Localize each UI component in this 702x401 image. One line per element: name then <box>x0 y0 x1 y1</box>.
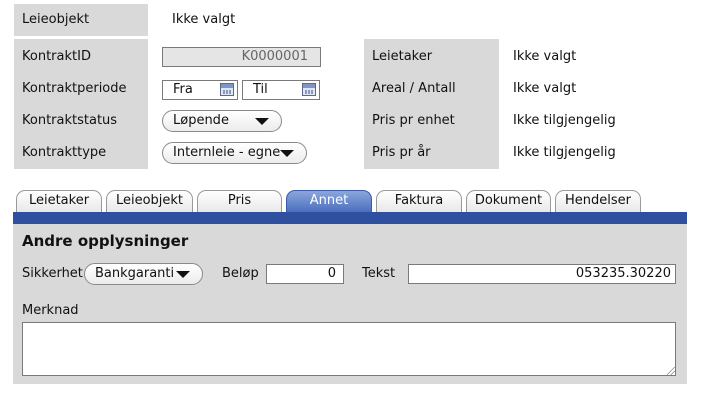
tab-leieobjekt[interactable]: Leieobjekt <box>106 190 193 212</box>
kontraktperiode-label: Kontraktperiode <box>14 73 148 105</box>
calendar-icon[interactable] <box>220 83 234 96</box>
tekst-label: Tekst <box>362 266 396 281</box>
leietaker-value: Ikke valgt <box>513 49 577 64</box>
til-date-field[interactable]: Til <box>242 80 320 100</box>
fra-label: Fra <box>173 82 193 97</box>
tab-leietaker[interactable]: Leietaker <box>16 190 102 212</box>
tab-annet[interactable]: Annet <box>286 190 372 212</box>
pris-pr-aar-label: Pris pr år <box>364 137 499 169</box>
til-label: Til <box>253 82 268 97</box>
areal-antall-label: Areal / Antall <box>364 73 499 105</box>
kontrakttype-value: Internleie - egne <box>173 145 281 160</box>
merknad-textarea[interactable] <box>22 322 676 376</box>
kontrakttype-select[interactable]: Internleie - egne <box>162 142 307 164</box>
kontraktid-label: KontraktID <box>14 41 148 73</box>
sikkerhet-value: Bankgaranti <box>95 266 175 281</box>
pris-pr-enhet-value: Ikke tilgjengelig <box>513 113 616 128</box>
pris-pr-aar-value: Ikke tilgjengelig <box>513 145 616 160</box>
fra-date-field[interactable]: Fra <box>162 80 238 100</box>
resize-grip-icon[interactable] <box>666 366 676 376</box>
calendar-icon[interactable] <box>302 83 316 96</box>
leieobjekt-label: Leieobjekt <box>14 4 148 36</box>
chevron-down-icon <box>255 118 269 125</box>
kontrakttype-label: Kontrakttype <box>14 137 148 169</box>
belop-label: Beløp <box>222 266 259 281</box>
chevron-down-icon <box>280 150 294 157</box>
leieobjekt-value: Ikke valgt <box>172 12 236 27</box>
merknad-label: Merknad <box>22 303 79 318</box>
chevron-down-icon <box>176 271 190 278</box>
section-title: Andre opplysninger <box>22 232 189 250</box>
pris-pr-enhet-label: Pris pr enhet <box>364 105 499 137</box>
tab-pris[interactable]: Pris <box>197 190 282 212</box>
tekst-input[interactable]: 053235.30220 <box>408 264 676 284</box>
tab-bar <box>13 212 687 224</box>
sikkerhet-label: Sikkerhet <box>22 266 83 281</box>
areal-antall-value: Ikke valgt <box>513 81 577 96</box>
belop-input[interactable]: 0 <box>266 264 344 284</box>
tab-dokument[interactable]: Dokument <box>466 190 551 212</box>
kontraktstatus-value: Løpende <box>173 113 229 128</box>
kontraktid-field[interactable]: K0000001 <box>162 47 321 67</box>
sikkerhet-select[interactable]: Bankgaranti <box>84 263 203 285</box>
leietaker-label: Leietaker <box>364 41 499 73</box>
kontraktstatus-label: Kontraktstatus <box>14 105 148 137</box>
tab-hendelser[interactable]: Hendelser <box>555 190 641 212</box>
kontraktstatus-select[interactable]: Løpende <box>162 110 282 132</box>
tab-faktura[interactable]: Faktura <box>376 190 462 212</box>
